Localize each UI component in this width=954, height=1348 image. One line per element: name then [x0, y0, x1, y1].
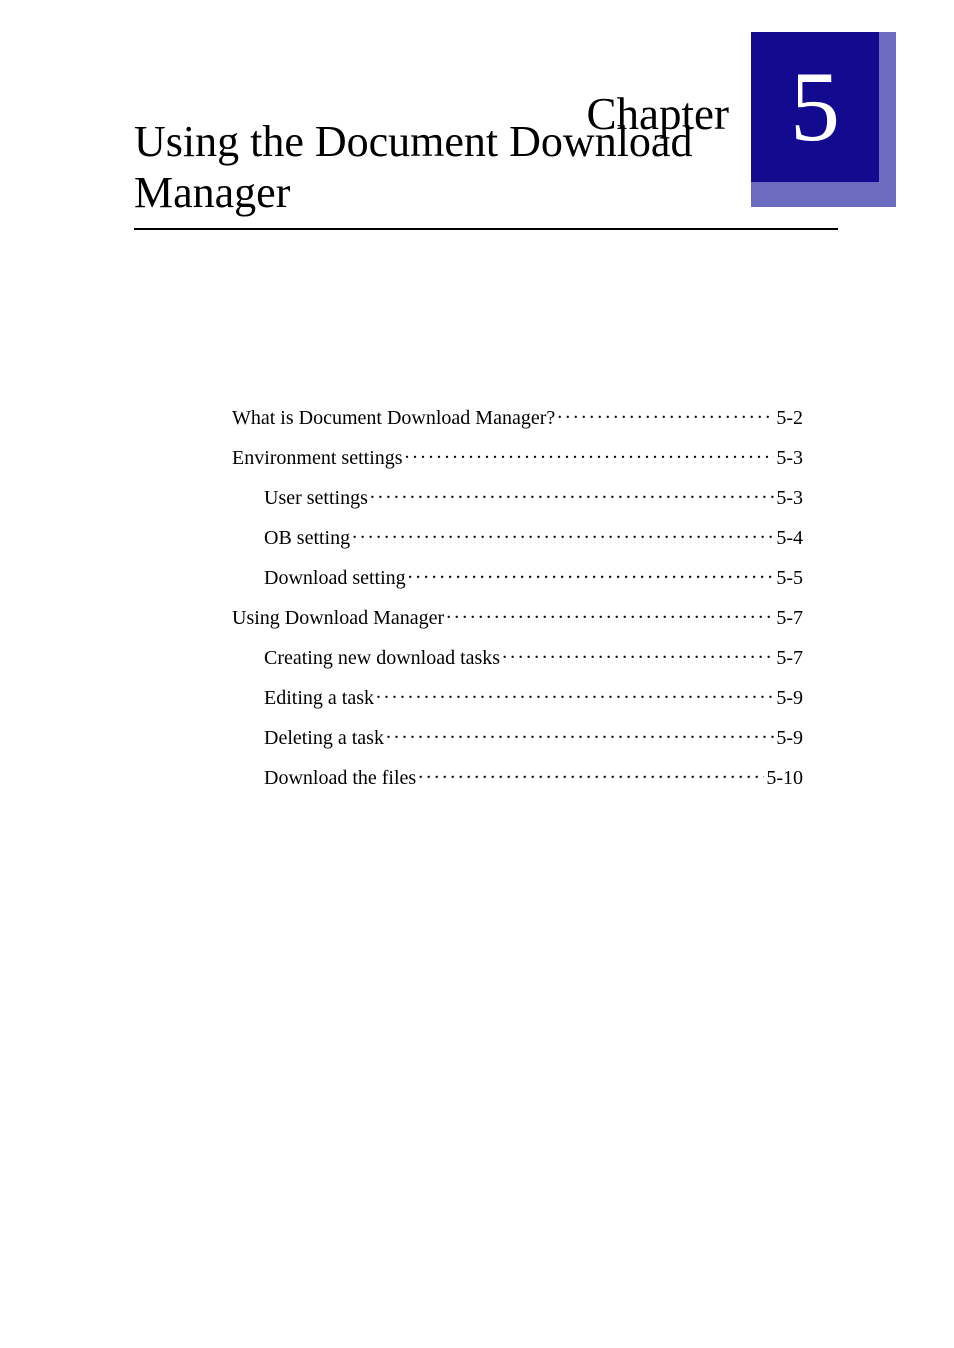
- toc-entry-label: Editing a task: [264, 687, 374, 710]
- toc-leader-dots: [408, 560, 775, 584]
- toc-entry-page: 5-7: [776, 607, 803, 630]
- toc-entry[interactable]: User settings 5-3: [232, 480, 803, 510]
- toc-entry-label: Download setting: [264, 567, 406, 590]
- toc-leader-dots: [502, 640, 774, 664]
- toc-entry[interactable]: Editing a task 5-9: [232, 680, 803, 710]
- toc-entry[interactable]: Download setting 5-5: [232, 560, 803, 590]
- toc-entry-label: OB setting: [264, 527, 350, 550]
- toc-leader-dots: [446, 600, 774, 624]
- table-of-contents: What is Document Download Manager? 5-2 Env…: [232, 400, 803, 800]
- toc-entry-page: 5-3: [776, 447, 803, 470]
- toc-leader-dots: [352, 520, 774, 544]
- toc-entry[interactable]: OB setting 5-4: [232, 520, 803, 550]
- toc-entry[interactable]: Creating new download tasks 5-7: [232, 640, 803, 670]
- toc-entry-label: Creating new download tasks: [264, 647, 500, 670]
- toc-entry[interactable]: What is Document Download Manager? 5-2: [232, 400, 803, 430]
- toc-entry-page: 5-3: [776, 487, 803, 510]
- toc-entry-page: 5-9: [776, 687, 803, 710]
- toc-leader-dots: [557, 400, 774, 424]
- toc-entry-page: 5-9: [776, 727, 803, 750]
- toc-entry[interactable]: Environment settings 5-3: [232, 440, 803, 470]
- toc-entry-label: What is Document Download Manager?: [232, 407, 555, 430]
- toc-entry-label: Deleting a task: [264, 727, 384, 750]
- toc-leader-dots: [376, 680, 774, 704]
- toc-leader-dots: [418, 760, 764, 784]
- chapter-title: Using the Document Download Manager: [134, 116, 838, 230]
- toc-entry-page: 5-2: [776, 407, 803, 430]
- toc-leader-dots: [386, 720, 774, 744]
- toc-entry-page: 5-4: [776, 527, 803, 550]
- toc-entry[interactable]: Using Download Manager 5-7: [232, 600, 803, 630]
- toc-entry-label: Using Download Manager: [232, 607, 444, 630]
- toc-entry[interactable]: Deleting a task 5-9: [232, 720, 803, 750]
- toc-entry-label: User settings: [264, 487, 368, 510]
- toc-entry-label: Environment settings: [232, 447, 403, 470]
- toc-entry-page: 5-7: [776, 647, 803, 670]
- toc-entry-page: 5-10: [766, 767, 803, 790]
- toc-leader-dots: [370, 480, 774, 504]
- toc-entry[interactable]: Download the files 5-10: [232, 760, 803, 790]
- toc-entry-label: Download the files: [264, 767, 416, 790]
- toc-entry-page: 5-5: [776, 567, 803, 590]
- toc-leader-dots: [405, 440, 775, 464]
